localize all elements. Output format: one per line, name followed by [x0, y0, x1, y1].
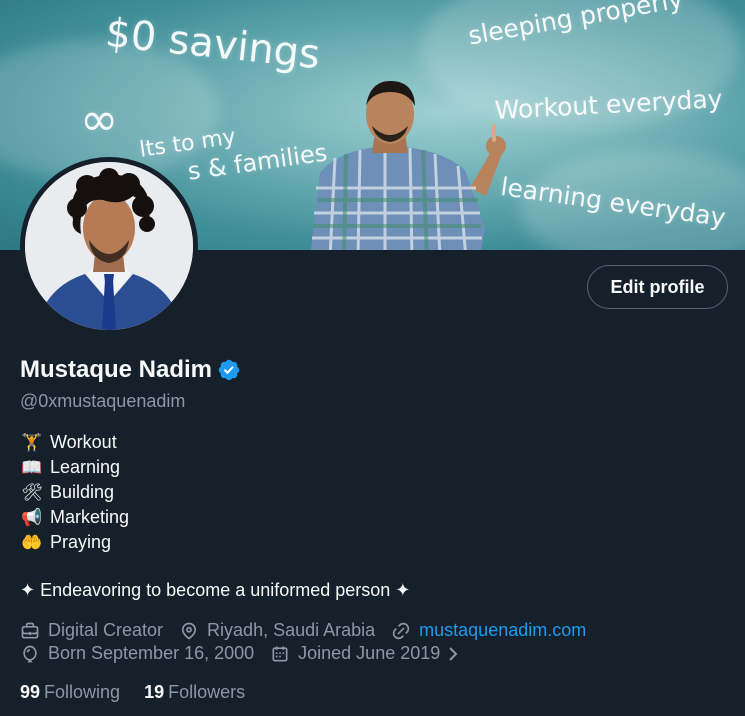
following-label[interactable]: Following	[44, 682, 120, 703]
meta-category: Digital Creator	[20, 620, 163, 641]
balloon-icon	[23, 645, 37, 662]
briefcase-icon	[21, 622, 39, 638]
bio-line-text: Workout	[50, 432, 117, 452]
profile-handle: @0xmustaquenadim	[20, 391, 186, 411]
chevron-right-icon[interactable]	[446, 645, 460, 663]
meta-location: Riyadh, Saudi Arabia	[179, 620, 375, 641]
palms-up-icon: 🤲	[21, 532, 43, 552]
followers-link[interactable]: 19 Followers	[144, 682, 245, 703]
bio-line-text: Building	[50, 482, 115, 502]
banner-text-infinity: ∞	[80, 92, 119, 146]
open-book-icon: 📖	[21, 457, 43, 477]
profile-meta-row: Born September 16, 2000 Joined June 2019	[20, 643, 476, 664]
avatar-ring[interactable]	[20, 157, 198, 335]
bio-line-text: Marketing	[50, 507, 130, 527]
meta-joined[interactable]: Joined June 2019	[270, 643, 460, 664]
banner-person-illustration	[310, 80, 506, 250]
follow-stats: 99 Following 19 Followers	[20, 682, 269, 703]
website-link[interactable]: mustaquenadim.com	[419, 620, 586, 641]
following-link[interactable]: 99 Following	[20, 682, 120, 703]
edit-profile-button[interactable]: Edit profile	[587, 265, 728, 309]
tools-icon: 🛠	[21, 482, 43, 502]
verified-badge-icon[interactable]	[217, 358, 241, 382]
bio-line-learning: 📖 Learning	[20, 455, 129, 480]
bio-tagline: ✦ Endeavoring to become a uniformed pers…	[20, 580, 411, 600]
meta-website[interactable]: mustaquenadim.com	[391, 620, 586, 641]
location-pin-icon	[181, 622, 197, 640]
followers-label[interactable]: Followers	[168, 682, 245, 703]
bio-line-praying: 🤲 Praying	[20, 530, 129, 555]
profile-name-row: Mustaque Nadim	[20, 356, 241, 384]
meta-location-text: Riyadh, Saudi Arabia	[207, 620, 376, 640]
profile-bio: 🏋 Workout 📖 Learning 🛠 Building 📢 Market…	[20, 430, 129, 555]
calendar-icon	[272, 646, 288, 661]
profile-name: Mustaque Nadim	[20, 356, 213, 383]
following-count[interactable]: 99	[20, 682, 40, 703]
avatar[interactable]	[25, 162, 193, 330]
meta-birthday-text: Born September 16, 2000	[48, 643, 255, 663]
link-icon	[392, 622, 410, 639]
bio-line-marketing: 📢 Marketing	[20, 505, 129, 530]
meta-birthday: Born September 16, 2000	[20, 643, 254, 664]
bio-line-workout: 🏋 Workout	[20, 430, 129, 455]
meta-category-text: Digital Creator	[48, 620, 164, 640]
followers-count[interactable]: 19	[144, 682, 164, 703]
bio-line-text: Praying	[50, 532, 112, 552]
bio-line-text: Learning	[50, 457, 121, 477]
megaphone-icon: 📢	[21, 507, 43, 527]
avatar-portrait-image	[25, 162, 193, 330]
bio-line-building: 🛠 Building	[20, 480, 129, 505]
weightlifter-icon: 🏋	[21, 432, 43, 452]
meta-joined-text[interactable]: Joined June 2019	[298, 643, 440, 664]
profile-meta-row: Digital Creator Riyadh, Saudi Arabia mus…	[20, 620, 602, 641]
